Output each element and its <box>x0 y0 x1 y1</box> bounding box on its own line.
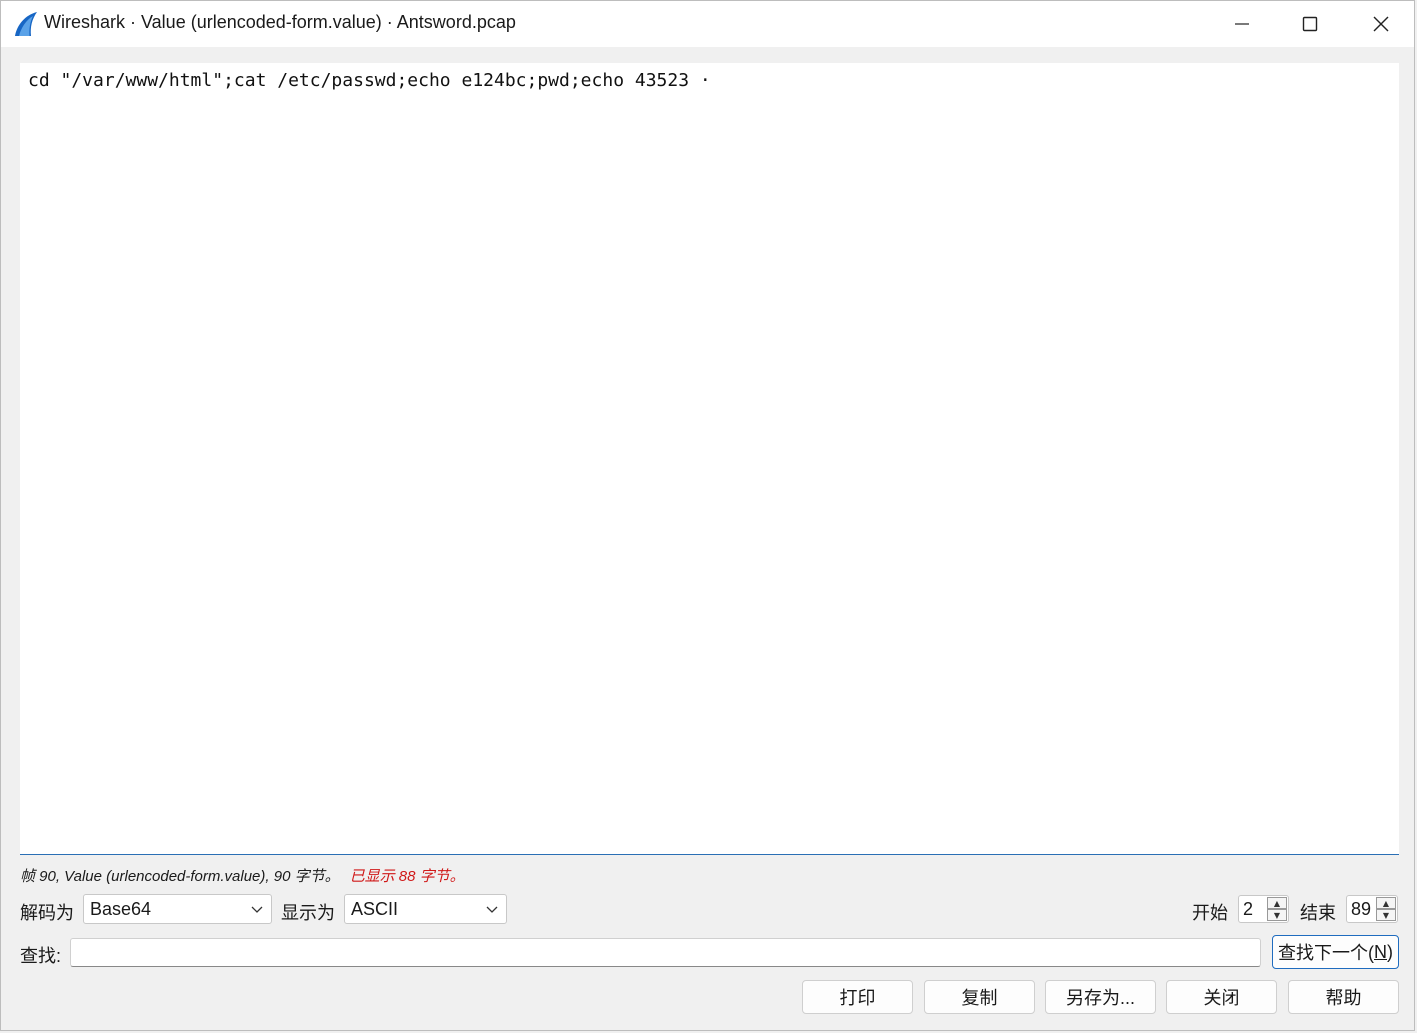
spin-up-icon[interactable]: ▲ <box>1267 897 1287 909</box>
copy-button[interactable]: 复制 <box>924 980 1035 1014</box>
window-title: Wireshark · Value (urlencoded-form.value… <box>44 12 516 32</box>
display-label: 显示为 <box>281 903 335 923</box>
decode-as-value: Base64 <box>90 899 152 919</box>
status-info: 帧 90, Value (urlencoded-form.value), 90 … <box>20 868 340 885</box>
minimize-button[interactable] <box>1207 1 1277 47</box>
decode-label: 解码为 <box>20 903 74 923</box>
display-as-value: ASCII <box>351 899 399 919</box>
close-window-button[interactable] <box>1346 1 1416 47</box>
close-icon <box>1373 16 1389 32</box>
chevron-down-icon <box>251 906 263 913</box>
spin-down-icon[interactable]: ▼ <box>1376 909 1396 921</box>
end-label: 结束 <box>1300 903 1336 923</box>
find-label: 查找: <box>20 946 62 966</box>
start-label: 开始 <box>1192 903 1228 923</box>
decode-as-select[interactable]: Base64 <box>83 894 272 924</box>
minimize-icon <box>1235 23 1249 25</box>
decoded-text: cd "/var/www/html";cat /etc/passwd;echo … <box>28 70 711 91</box>
maximize-button[interactable] <box>1275 1 1345 47</box>
maximize-icon <box>1302 16 1318 32</box>
start-value: 2 <box>1243 899 1254 919</box>
start-spinbox[interactable]: 2 ▲ ▼ <box>1238 895 1289 923</box>
spin-up-icon[interactable]: ▲ <box>1376 897 1396 909</box>
status-shown-bytes: 已显示 88 字节。 <box>349 868 465 885</box>
close-button[interactable]: 关闭 <box>1166 980 1277 1014</box>
dialog-window: Wireshark · Value (urlencoded-form.value… <box>0 0 1415 1031</box>
find-input[interactable] <box>70 938 1261 967</box>
spin-down-icon[interactable]: ▼ <box>1267 909 1287 921</box>
wireshark-fin-icon <box>15 12 37 36</box>
decoded-text-view[interactable]: cd "/var/www/html";cat /etc/passwd;echo … <box>20 63 1399 855</box>
chevron-down-icon <box>486 906 498 913</box>
end-value: 89 <box>1351 899 1372 919</box>
print-button[interactable]: 打印 <box>802 980 913 1014</box>
help-button[interactable]: 帮助 <box>1288 980 1399 1014</box>
find-next-shortcut: N <box>1374 941 1387 962</box>
title-bar[interactable]: Wireshark · Value (urlencoded-form.value… <box>1 1 1414 47</box>
save-as-button[interactable]: 另存为... <box>1045 980 1156 1014</box>
status-line: 帧 90, Value (urlencoded-form.value), 90 … <box>20 865 465 886</box>
find-next-label-prefix: 查找下一个( <box>1278 943 1374 963</box>
end-spinbox[interactable]: 89 ▲ ▼ <box>1346 895 1398 923</box>
find-next-label-suffix: ) <box>1387 941 1393 962</box>
display-as-select[interactable]: ASCII <box>344 894 507 924</box>
find-next-button[interactable]: 查找下一个(N) <box>1272 935 1399 969</box>
